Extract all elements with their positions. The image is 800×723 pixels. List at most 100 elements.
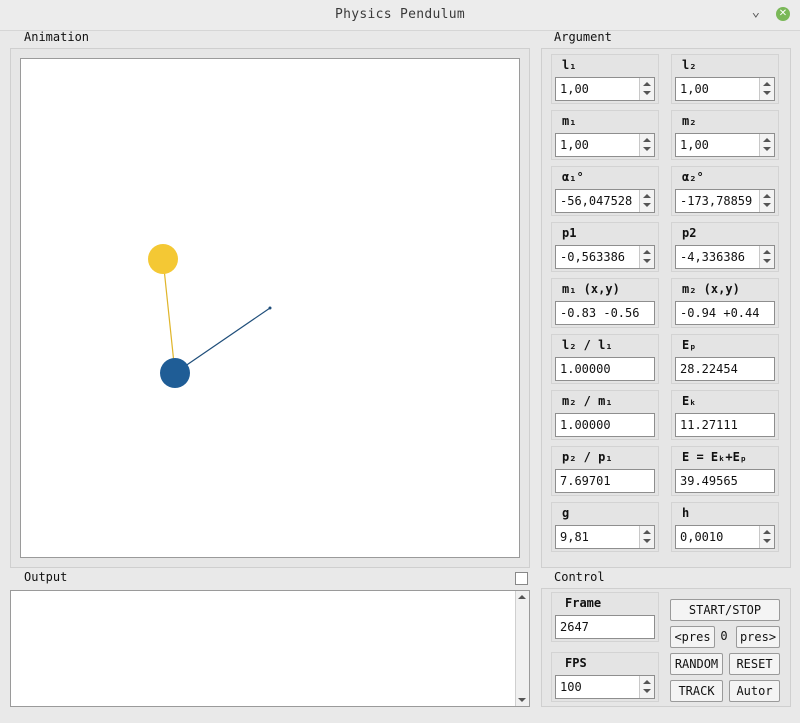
arg-value: -0,563386 xyxy=(560,250,626,264)
arg-value: 1,00 xyxy=(560,138,589,152)
arg-cell: α₂° -173,78859 xyxy=(671,166,779,216)
arg-spinbox[interactable]: -4,336386 xyxy=(675,245,775,269)
output-textarea[interactable] xyxy=(10,590,530,707)
arg-spinbox[interactable]: 1,00 xyxy=(675,133,775,157)
arg-label: l₂ xyxy=(682,58,697,72)
output-scrollbar[interactable] xyxy=(515,591,529,706)
arg-field[interactable]: 1.00000 xyxy=(555,357,655,381)
arg-cell: m₂ 1,00 xyxy=(671,110,779,160)
arg-field[interactable]: 7.69701 xyxy=(555,469,655,493)
spin-buttons[interactable] xyxy=(759,190,774,212)
spin-buttons[interactable] xyxy=(639,526,654,548)
spin-down-icon[interactable] xyxy=(643,689,651,693)
close-icon[interactable]: ✕ xyxy=(776,7,790,21)
arg-field[interactable]: 11.27111 xyxy=(675,413,775,437)
arg-spinbox[interactable]: -56,047528 xyxy=(555,189,655,213)
spin-buttons[interactable] xyxy=(759,526,774,548)
arg-spinbox[interactable]: -173,78859 xyxy=(675,189,775,213)
spin-down-icon[interactable] xyxy=(643,259,651,263)
arg-field[interactable]: -0.94 +0.44 xyxy=(675,301,775,325)
arg-label: m₁ xyxy=(562,114,577,128)
spin-buttons[interactable] xyxy=(639,134,654,156)
arg-value: -4,336386 xyxy=(680,250,746,264)
spin-buttons[interactable] xyxy=(639,190,654,212)
spin-up-icon[interactable] xyxy=(643,82,651,86)
fps-label: FPS xyxy=(565,656,587,670)
arg-label: α₁° xyxy=(562,170,584,184)
output-text xyxy=(11,591,529,597)
minimize-icon[interactable]: ⌄ xyxy=(752,4,760,20)
spin-down-icon[interactable] xyxy=(643,147,651,151)
arg-value: -0.83 -0.56 xyxy=(560,306,640,320)
spin-up-icon[interactable] xyxy=(763,82,771,86)
arg-label: m₁ (x,y) xyxy=(562,282,620,296)
title-bar: Physics Pendulum ⌄ ✕ xyxy=(0,0,800,31)
window-title: Physics Pendulum xyxy=(334,7,466,22)
frame-cell: Frame 2647 xyxy=(551,592,659,642)
arg-cell: p₂ / p₁ 7.69701 xyxy=(551,446,659,496)
spin-up-icon[interactable] xyxy=(763,138,771,142)
arg-cell: l₂ 1,00 xyxy=(671,54,779,104)
arg-value: 1,00 xyxy=(680,82,709,96)
fps-spinbox[interactable]: 100 xyxy=(555,675,655,699)
arg-spinbox[interactable]: 1,00 xyxy=(555,77,655,101)
spin-down-icon[interactable] xyxy=(763,539,771,543)
arg-value: -173,78859 xyxy=(680,194,753,208)
frame-field[interactable]: 2647 xyxy=(555,615,655,639)
spin-up-icon[interactable] xyxy=(643,138,651,142)
pres-next-button[interactable]: pres> xyxy=(736,626,780,648)
scroll-down-icon[interactable] xyxy=(518,698,526,702)
arg-cell: Eₖ 11.27111 xyxy=(671,390,779,440)
arg-field[interactable]: -0.83 -0.56 xyxy=(555,301,655,325)
spin-down-icon[interactable] xyxy=(763,259,771,263)
spin-down-icon[interactable] xyxy=(763,203,771,207)
spin-down-icon[interactable] xyxy=(643,539,651,543)
track-point xyxy=(268,306,272,310)
spin-down-icon[interactable] xyxy=(763,91,771,95)
reset-button[interactable]: RESET xyxy=(729,653,780,675)
pendulum-drawing xyxy=(148,244,272,388)
arg-spinbox[interactable]: 1,00 xyxy=(555,133,655,157)
rod-1 xyxy=(162,258,176,374)
arg-value: 9,81 xyxy=(560,530,589,544)
random-button[interactable]: RANDOM xyxy=(670,653,723,675)
spin-up-icon[interactable] xyxy=(763,194,771,198)
start-stop-button[interactable]: START/STOP xyxy=(670,599,780,621)
arg-spinbox[interactable]: -0,563386 xyxy=(555,245,655,269)
fps-spin-buttons[interactable] xyxy=(639,676,654,698)
arg-field[interactable]: 1.00000 xyxy=(555,413,655,437)
pres-prev-button[interactable]: <pres xyxy=(670,626,715,648)
track-button[interactable]: TRACK xyxy=(670,680,723,702)
arg-cell: p1 -0,563386 xyxy=(551,222,659,272)
spin-up-icon[interactable] xyxy=(643,530,651,534)
fps-value: 100 xyxy=(560,680,582,694)
arg-cell: m₂ (x,y) -0.94 +0.44 xyxy=(671,278,779,328)
spin-up-icon[interactable] xyxy=(643,250,651,254)
arg-cell: h 0,0010 xyxy=(671,502,779,552)
spin-up-icon[interactable] xyxy=(763,250,771,254)
arg-spinbox[interactable]: 1,00 xyxy=(675,77,775,101)
spin-buttons[interactable] xyxy=(639,246,654,268)
arg-value: 1.00000 xyxy=(560,362,611,376)
autor-button[interactable]: Autor xyxy=(729,680,780,702)
arg-spinbox[interactable]: 9,81 xyxy=(555,525,655,549)
spin-up-icon[interactable] xyxy=(643,680,651,684)
spin-down-icon[interactable] xyxy=(643,203,651,207)
spin-down-icon[interactable] xyxy=(763,147,771,151)
spin-buttons[interactable] xyxy=(759,246,774,268)
spin-up-icon[interactable] xyxy=(763,530,771,534)
arg-value: 1,00 xyxy=(680,138,709,152)
arg-spinbox[interactable]: 0,0010 xyxy=(675,525,775,549)
spin-down-icon[interactable] xyxy=(643,91,651,95)
spin-buttons[interactable] xyxy=(639,78,654,100)
arg-field[interactable]: 39.49565 xyxy=(675,469,775,493)
scroll-up-icon[interactable] xyxy=(518,595,526,599)
spin-buttons[interactable] xyxy=(759,134,774,156)
arg-value: 11.27111 xyxy=(680,418,738,432)
output-checkbox[interactable] xyxy=(515,572,528,585)
spin-buttons[interactable] xyxy=(759,78,774,100)
spin-up-icon[interactable] xyxy=(643,194,651,198)
arg-field[interactable]: 28.22454 xyxy=(675,357,775,381)
arg-label: m₂ xyxy=(682,114,697,128)
arg-label: E = Eₖ+Eₚ xyxy=(682,450,748,464)
